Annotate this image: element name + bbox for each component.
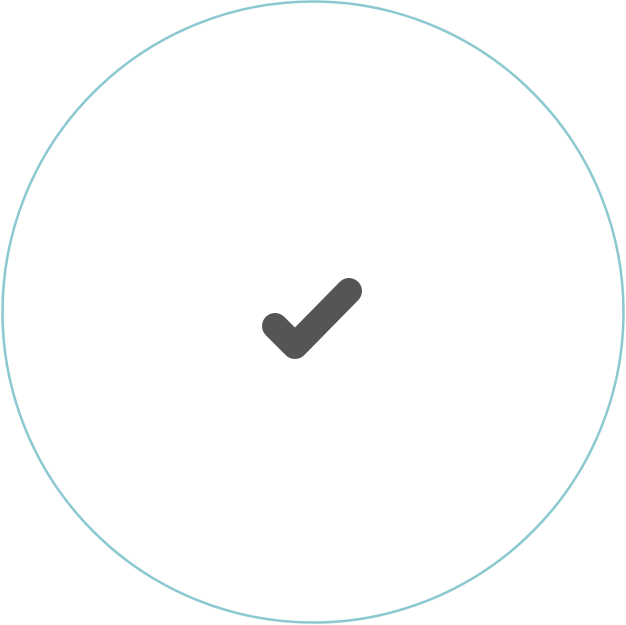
completion-indicator bbox=[0, 0, 626, 625]
status-ring bbox=[1, 0, 625, 624]
